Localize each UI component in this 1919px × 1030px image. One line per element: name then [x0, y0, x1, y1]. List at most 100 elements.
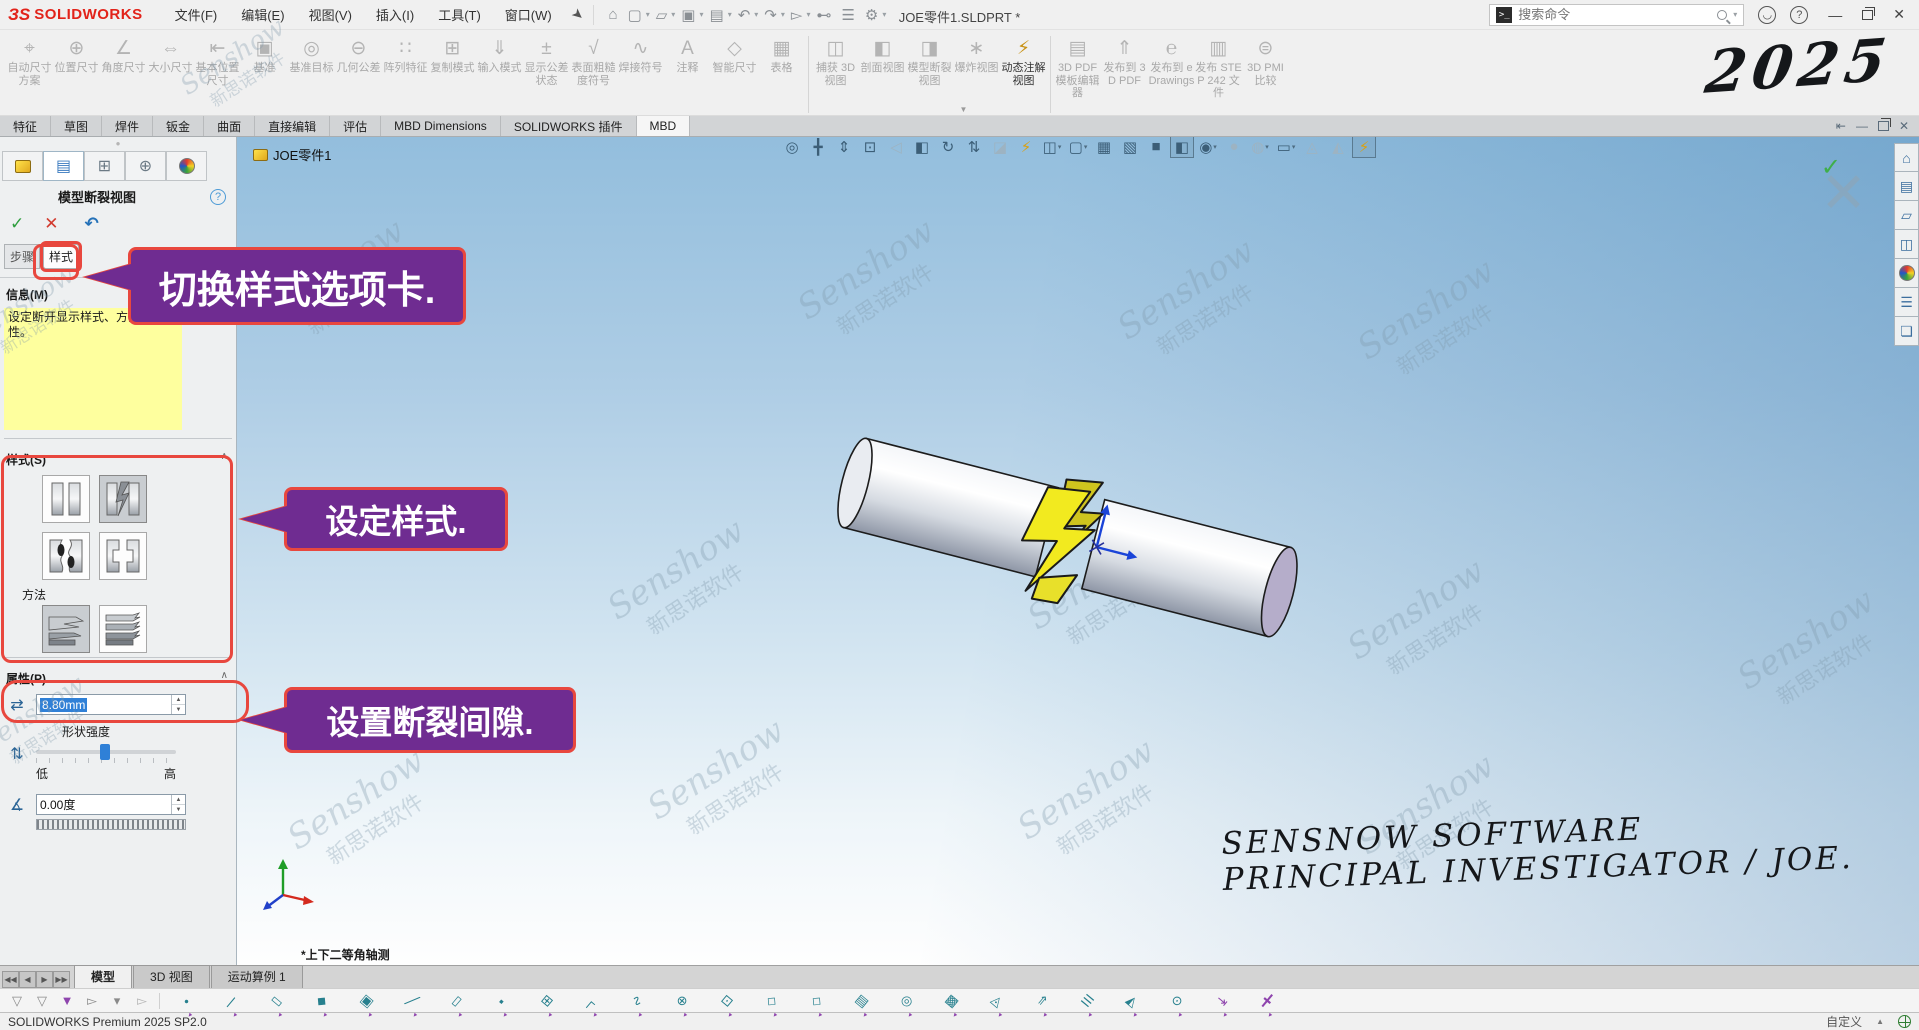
- move-cross-icon[interactable]: ╋: [1252, 986, 1282, 1015]
- view-settings-icon[interactable]: ▭▾: [1274, 137, 1298, 158]
- display-style-shaded-icon[interactable]: ■: [1144, 137, 1168, 158]
- selection-filter-icon[interactable]: ▽: [6, 991, 28, 1011]
- gap-spinner[interactable]: ▲▼: [171, 695, 185, 714]
- command-tab-5[interactable]: 直接编辑: [255, 116, 330, 136]
- undo-icon[interactable]: ↶: [734, 5, 755, 25]
- pipe-break-style-button[interactable]: [42, 532, 90, 580]
- subtab-steps[interactable]: 步骤: [4, 244, 40, 269]
- gap-size-input[interactable]: 8.80mm ▲▼: [36, 694, 186, 715]
- document-tab-0[interactable]: 模型: [74, 965, 132, 988]
- undo-icon-dropdown[interactable]: ▾: [754, 10, 758, 19]
- command-search[interactable]: >_ ▾: [1489, 4, 1744, 26]
- command-tab-0[interactable]: 特征: [0, 116, 51, 136]
- doc-restore-icon[interactable]: [1878, 121, 1889, 131]
- collapse-pane-icon[interactable]: ⇤: [1836, 119, 1846, 133]
- concentric-icon[interactable]: ⊙: [1162, 986, 1192, 1015]
- panel-grip[interactable]: ●: [0, 137, 236, 149]
- apply-scene-icon[interactable]: ◍▾: [1248, 137, 1272, 158]
- shape-strength-slider[interactable]: 低 高: [36, 744, 176, 782]
- pm-undo-icon[interactable]: ↶: [85, 214, 99, 234]
- select-cursor-icon-dropdown[interactable]: ▾: [806, 10, 810, 19]
- pin-toolbar-icon[interactable]: ➤: [568, 4, 588, 25]
- smart-dimension-button[interactable]: ◇智能尺寸: [711, 34, 758, 106]
- graphics-viewport[interactable]: ◎╋⇕⊡◁◧↻⇅◪⚡◫▾▢▾▦▧■◧◉▾●◍▾▭▾◬◭⚡ JOE零件1: [237, 137, 1919, 965]
- menu-item-0[interactable]: 文件(F): [165, 1, 228, 28]
- custom-properties-button[interactable]: ☰: [1894, 288, 1919, 317]
- collapse-chevron-icon[interactable]: ∧: [221, 670, 228, 687]
- properties-icon[interactable]: ☰: [837, 5, 858, 25]
- datum-button[interactable]: ▣基准: [241, 34, 288, 106]
- pmi-compare-button[interactable]: ⊜3D PMI 比较: [1242, 34, 1289, 106]
- options-gear-icon[interactable]: ⚙: [861, 5, 882, 25]
- size-dimension-button[interactable]: ⇔大小尺寸: [147, 34, 194, 106]
- select-cursor-icon[interactable]: ▻: [787, 5, 807, 25]
- display-style-wireframe-icon[interactable]: ▢▾: [1066, 137, 1090, 158]
- menu-item-1[interactable]: 编辑(E): [231, 1, 294, 28]
- ribbon-collapse-icon[interactable]: ▼: [960, 105, 968, 114]
- copy-scheme-button[interactable]: ⊞复制模式: [429, 34, 476, 106]
- apply-scene-icon-dropdown[interactable]: ▾: [1265, 143, 1269, 151]
- cone-icon[interactable]: ◬: [982, 986, 1012, 1015]
- corner-rectangle-icon[interactable]: ▭: [262, 986, 292, 1015]
- file-explorer-button[interactable]: ▱: [1894, 201, 1919, 230]
- appearances-button[interactable]: [1894, 259, 1919, 288]
- publish-step-242-button[interactable]: ▥发布 STEP 242 文件: [1195, 34, 1242, 106]
- command-tab-6[interactable]: 评估: [330, 116, 381, 136]
- anchor-point-icon[interactable]: ▪: [487, 986, 517, 1015]
- home-button[interactable]: ⌂: [1894, 143, 1919, 172]
- location-dimension-button[interactable]: ⊕位置尺寸: [53, 34, 100, 106]
- command-tab-9[interactable]: MBD: [637, 116, 691, 136]
- select-cursor-icon[interactable]: ▻: [81, 991, 103, 1011]
- spline-icon[interactable]: ∿: [622, 986, 652, 1015]
- appearance-target-icon[interactable]: ◬: [1300, 137, 1324, 158]
- command-tab-7[interactable]: MBD Dimensions: [381, 116, 501, 136]
- zoom-to-area-icon[interactable]: ⊡: [858, 137, 882, 158]
- display-style-hidden-lines-icon[interactable]: ▦: [1092, 137, 1116, 158]
- basic-location-dimension-button[interactable]: ⇤基本位置尺寸: [194, 34, 241, 106]
- explode-view-button[interactable]: ∗爆炸视图: [953, 34, 1000, 106]
- spin-down-icon[interactable]: ▼: [172, 805, 185, 814]
- new-document-icon[interactable]: ▢: [624, 5, 646, 25]
- table-button[interactable]: ▦表格: [758, 34, 805, 106]
- format-painter-icon[interactable]: ◇: [757, 986, 787, 1015]
- sketch-box-icon[interactable]: ▣: [352, 986, 382, 1015]
- search-icon[interactable]: [1717, 10, 1727, 20]
- open-icon[interactable]: ▱: [652, 5, 672, 25]
- user-account-icon[interactable]: ◡: [1758, 6, 1776, 24]
- slash-line-icon[interactable]: ╱: [397, 986, 427, 1015]
- multi-cut-method-button[interactable]: [99, 605, 147, 653]
- hide-show-items-icon-dropdown[interactable]: ▾: [1213, 143, 1217, 151]
- print-icon[interactable]: ▤: [706, 5, 728, 25]
- command-tab-4[interactable]: 曲面: [204, 116, 255, 136]
- menu-item-2[interactable]: 视图(V): [299, 1, 362, 28]
- dismiss-x-icon[interactable]: ✕: [1820, 165, 1867, 221]
- display-style-current-icon[interactable]: ◧: [1170, 137, 1194, 158]
- redo-icon[interactable]: ↷: [760, 5, 781, 25]
- pan-icon[interactable]: ╋: [806, 137, 830, 158]
- menu-item-3[interactable]: 插入(I): [366, 1, 424, 28]
- propertymanager-tab[interactable]: ▤: [43, 151, 84, 181]
- minimize-button[interactable]: —: [1822, 7, 1848, 23]
- filter-vertices-icon[interactable]: ▽: [31, 991, 53, 1011]
- jump-to-icon[interactable]: ⇥: [1207, 986, 1237, 1015]
- spin-up-icon[interactable]: ▲: [172, 695, 185, 705]
- zoom-to-fit-icon[interactable]: ◎: [780, 137, 804, 158]
- pattern-feature-button[interactable]: ∷阵列特征: [382, 34, 429, 106]
- smart-dimension-icon[interactable]: ◇: [802, 986, 832, 1015]
- dynamic-annotation-view-button[interactable]: ⚡动态注解视图: [1000, 34, 1047, 106]
- fillet-icon[interactable]: ◆: [307, 986, 337, 1015]
- list-icon[interactable]: ☰: [1072, 986, 1102, 1015]
- scroll-last-icon[interactable]: ▶▶: [53, 971, 70, 988]
- featuremanager-tab[interactable]: [2, 151, 43, 181]
- configurationmanager-tab[interactable]: ⊞: [84, 151, 125, 181]
- restore-button[interactable]: [1862, 10, 1873, 20]
- route-corner-icon[interactable]: ┌: [577, 986, 607, 1015]
- filter-toggle-icon[interactable]: ▼: [56, 991, 78, 1011]
- auto-dimension-button[interactable]: ⌖自动尺寸方案: [6, 34, 53, 106]
- customize-link[interactable]: 自定义: [1826, 1013, 1862, 1030]
- help-icon[interactable]: ?: [1790, 6, 1808, 24]
- displaymanager-tab[interactable]: [166, 151, 207, 181]
- angle-dial-strip[interactable]: [36, 819, 186, 830]
- subtab-style[interactable]: 样式: [43, 244, 79, 269]
- menu-item-5[interactable]: 窗口(W): [495, 1, 562, 28]
